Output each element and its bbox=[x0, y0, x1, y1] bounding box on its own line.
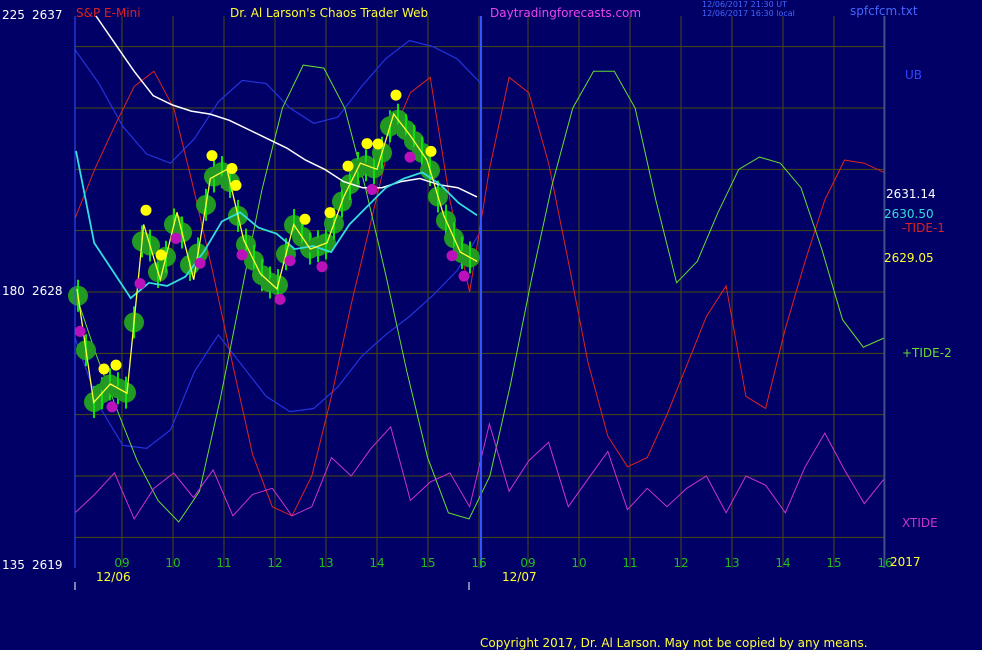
pivot-high-dot bbox=[299, 213, 311, 225]
pivot-high-dot bbox=[230, 179, 242, 191]
x-tick-label: 12 bbox=[673, 556, 688, 570]
tide1-legend: -TIDE-1 bbox=[902, 221, 945, 235]
y-axis-mid-scale: 180 bbox=[2, 284, 25, 298]
x-tick-label: 14 bbox=[775, 556, 790, 570]
yellow-average-value: 2629.05 bbox=[884, 251, 934, 265]
x-tick-label: 10 bbox=[165, 556, 180, 570]
pivot-high-dot bbox=[110, 359, 122, 371]
instrument-label: S&P E-Mini bbox=[76, 6, 141, 20]
site-title: Dr. Al Larson's Chaos Trader Web bbox=[230, 6, 429, 20]
x-tick-label: 14 bbox=[369, 556, 384, 570]
xtide-legend: XTIDE bbox=[902, 516, 938, 530]
cyan-average-value: 2630.50 bbox=[884, 207, 934, 221]
white-average-value: 2631.14 bbox=[886, 187, 936, 201]
pivot-low-dot bbox=[446, 250, 458, 262]
chart-background bbox=[0, 0, 982, 650]
y-axis-mid-price: 2628 bbox=[32, 284, 63, 298]
pivot-low-dot bbox=[74, 325, 86, 337]
pivot-low-dot bbox=[170, 232, 182, 244]
pivot-low-dot bbox=[236, 249, 248, 261]
timestamp-local: 12/06/2017 16:30 local bbox=[702, 9, 795, 18]
pivot-high-dot bbox=[342, 160, 354, 172]
pivot-low-dot bbox=[106, 401, 118, 413]
pivot-high-dot bbox=[361, 138, 373, 150]
date-label-1: 12/06 bbox=[96, 570, 131, 584]
x-tick-label: 13 bbox=[724, 556, 739, 570]
pivot-low-dot bbox=[316, 261, 328, 273]
y-axis-top-scale: 225 bbox=[2, 8, 25, 22]
pivot-high-dot bbox=[140, 204, 152, 216]
tide2-legend: +TIDE-2 bbox=[902, 346, 952, 360]
x-tick-label: 10 bbox=[571, 556, 586, 570]
x-tick-label: 11 bbox=[216, 556, 231, 570]
upper-band-label: UB bbox=[905, 68, 923, 82]
x-tick-label: 09 bbox=[520, 556, 535, 570]
x-tick-label: 15 bbox=[420, 556, 435, 570]
pivot-high-dot bbox=[226, 162, 238, 174]
copyright-notice: Copyright 2017, Dr. Al Larson. May not b… bbox=[480, 636, 868, 650]
pivot-low-dot bbox=[458, 270, 470, 282]
x-tick-label: 16 bbox=[471, 556, 486, 570]
site-url-link[interactable]: Daytradingforecasts.com bbox=[490, 6, 641, 20]
pivot-high-dot bbox=[155, 249, 167, 261]
file-name-label: spfcfcm.txt bbox=[850, 4, 918, 18]
y-axis-top-price: 2637 bbox=[32, 8, 63, 22]
pivot-low-dot bbox=[274, 293, 286, 305]
pivot-high-dot bbox=[372, 138, 384, 150]
pivot-low-dot bbox=[366, 183, 378, 195]
x-tick-label: 15 bbox=[826, 556, 841, 570]
pivot-high-dot bbox=[390, 89, 402, 101]
y-axis-bottom-scale: 135 bbox=[2, 558, 25, 572]
pivot-low-dot bbox=[404, 151, 416, 163]
pivot-low-dot bbox=[284, 255, 296, 267]
pivot-high-dot bbox=[98, 363, 110, 375]
pivot-low-dot bbox=[194, 257, 206, 269]
x-tick-label: 12 bbox=[267, 556, 282, 570]
x-tick-label: 11 bbox=[622, 556, 637, 570]
date-label-2: 12/07 bbox=[502, 570, 537, 584]
pivot-high-dot bbox=[324, 207, 336, 219]
x-tick-label: 13 bbox=[318, 556, 333, 570]
year-label: 2017 bbox=[890, 555, 921, 569]
pivot-high-dot bbox=[206, 150, 218, 162]
pivot-low-dot bbox=[134, 278, 146, 290]
chart-canvas: 09 10 11 12 13 14 15 16 09 10 11 12 13 14 15 16 bbox=[0, 0, 982, 650]
pivot-high-dot bbox=[425, 145, 437, 157]
timestamp-ut: 12/06/2017 21:30 UT bbox=[702, 0, 787, 9]
x-tick-label: 09 bbox=[114, 556, 129, 570]
y-axis-bottom-price: 2619 bbox=[32, 558, 63, 572]
